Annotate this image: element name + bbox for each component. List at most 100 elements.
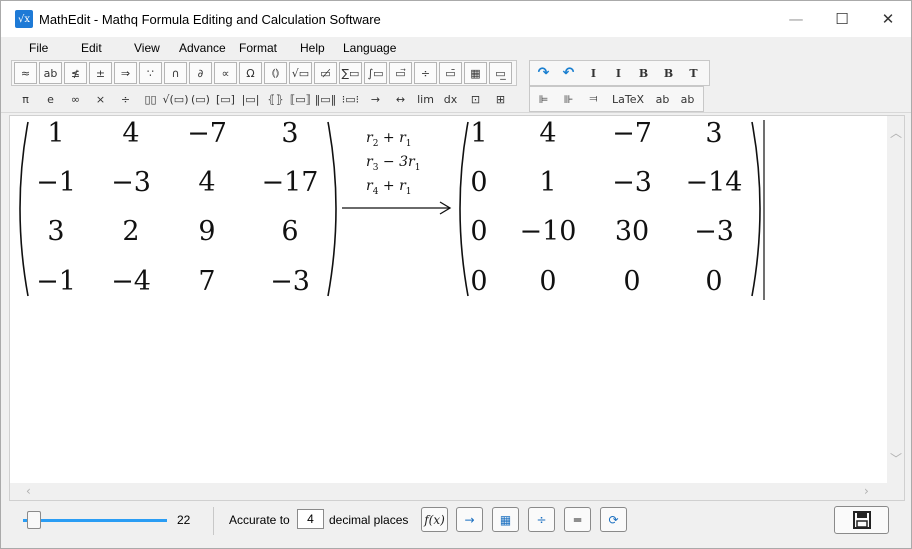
toolbar-button-row2-16[interactable]: lim	[414, 88, 437, 110]
toolbar-button-row2-15[interactable]: ↔	[389, 88, 412, 110]
toolbar-button-row1-17[interactable]: ▭̄	[439, 62, 462, 84]
toolbar-button-row1-0[interactable]: ≈	[14, 62, 37, 84]
matrix-cell[interactable]: 0	[600, 266, 664, 297]
zoom-slider-thumb[interactable]	[26, 511, 41, 529]
scroll-down-icon[interactable]: ﹀	[890, 450, 902, 467]
toolbar-button-row2-4[interactable]: ÷	[114, 88, 137, 110]
matrix-cell[interactable]: 3	[682, 118, 746, 149]
scroll-right-icon[interactable]: ›	[864, 484, 869, 498]
toolbar-button-row2-19[interactable]: ⊞	[489, 88, 512, 110]
toolbar-button-row2-18[interactable]: ⊡	[464, 88, 487, 110]
toolbar-button-row2-6[interactable]: √(▭)	[163, 88, 189, 110]
toolbar-button-row1-14[interactable]: ∫▭	[364, 62, 387, 84]
horizontal-scrollbar[interactable]: ‹ ›	[10, 483, 904, 500]
menu-edit[interactable]: Edit	[81, 41, 102, 55]
menu-help[interactable]: Help	[300, 41, 325, 55]
toolbar-button-row1-16[interactable]: ÷	[414, 62, 437, 84]
toolbar-button-format_row1-0[interactable]: ↷	[532, 62, 555, 84]
toolbar-button-row2-0[interactable]: π	[14, 88, 37, 110]
matrix-cell[interactable]: −3	[258, 266, 322, 297]
toolbar-button-row2-10[interactable]: ⦃⦄	[264, 88, 287, 110]
toolbar-button-row1-8[interactable]: ∝	[214, 62, 237, 84]
toolbar-button-format_row1-4[interactable]: B	[632, 62, 655, 84]
toolbar-button-format_row2-5[interactable]: ab	[676, 88, 699, 110]
matrix-cell[interactable]: 4	[99, 118, 163, 149]
fraction-button[interactable]: ÷	[528, 507, 555, 532]
toolbar-button-row1-4[interactable]: ⇒	[114, 62, 137, 84]
toolbar-button-format_row2-1[interactable]: ⊪	[557, 88, 580, 110]
minimize-icon[interactable]: —	[773, 1, 819, 37]
matrix-cell[interactable]: −1	[24, 266, 88, 297]
toolbar-button-row1-10[interactable]: ⦅⦆	[264, 62, 287, 84]
toolbar-button-row1-3[interactable]: ±	[89, 62, 112, 84]
matrix-cell[interactable]: −1	[24, 167, 88, 198]
toolbar-button-row2-17[interactable]: dx	[439, 88, 462, 110]
toolbar-button-row2-8[interactable]: [▭]	[214, 88, 237, 110]
matrix-cell[interactable]: −17	[258, 167, 322, 198]
matrix-button[interactable]: ▦	[492, 507, 519, 532]
toolbar-button-row1-1[interactable]: ab	[39, 62, 62, 84]
toolbar-button-row2-14[interactable]: →	[364, 88, 387, 110]
toolbar-button-format_row1-6[interactable]: T	[682, 62, 705, 84]
maximize-icon[interactable]: ☐	[819, 1, 865, 37]
evaluate-arrow-button[interactable]: →	[456, 507, 483, 532]
toolbar-button-row1-13[interactable]: ∑▭	[339, 62, 362, 84]
toolbar-button-row1-7[interactable]: ∂	[189, 62, 212, 84]
matrix-cell[interactable]: −14	[682, 167, 746, 198]
toolbar-button-row1-19[interactable]: ▭̲	[489, 62, 512, 84]
matrix-cell[interactable]: −4	[99, 266, 163, 297]
toolbar-button-row1-6[interactable]: ∩	[164, 62, 187, 84]
matrix-cell[interactable]: 3	[258, 118, 322, 149]
matrix-cell[interactable]: 4	[175, 167, 239, 198]
menu-view[interactable]: View	[134, 41, 160, 55]
matrix-cell[interactable]: 2	[99, 216, 163, 247]
toolbar-button-row1-9[interactable]: Ω	[239, 62, 262, 84]
formula-editor[interactable]: 1 4 −7 3 −1 −3 4 −17 3 2 9 6 −1 −4 7 −3 r2 + r1 r3 − 3r1…	[9, 115, 905, 501]
toolbar-button-row2-1[interactable]: e	[39, 88, 62, 110]
matrix-cell[interactable]: 0	[447, 167, 511, 198]
toolbar-button-row1-18[interactable]: ▦	[464, 62, 487, 84]
toolbar-button-row1-5[interactable]: ∵	[139, 62, 162, 84]
matrix-cell[interactable]: 3	[24, 216, 88, 247]
toolbar-button-row2-12[interactable]: ‖▭‖	[314, 88, 337, 110]
matrix-cell[interactable]: 1	[447, 118, 511, 149]
matrix-cell[interactable]: −3	[99, 167, 163, 198]
toolbar-button-format_row1-5[interactable]: B	[657, 62, 680, 84]
matrix-cell[interactable]: −3	[682, 216, 746, 247]
toolbar-button-format_row2-4[interactable]: ab	[651, 88, 674, 110]
matrix-cell[interactable]: 9	[175, 216, 239, 247]
matrix-cell[interactable]: 0	[682, 266, 746, 297]
function-button[interactable]: f(x)	[421, 507, 448, 532]
toolbar-button-row2-13[interactable]: ⁝▭⁝	[339, 88, 362, 110]
matrix-cell[interactable]: 6	[258, 216, 322, 247]
matrix-cell[interactable]: 0	[516, 266, 580, 297]
matrix-cell[interactable]: 1	[516, 167, 580, 198]
equals-button[interactable]: ═	[564, 507, 591, 532]
matrix-cell[interactable]: −7	[175, 118, 239, 149]
toolbar-button-format_row2-2[interactable]: ⫤	[582, 88, 605, 110]
toolbar-button-row2-11[interactable]: ⟦▭⟧	[289, 88, 312, 110]
scroll-left-icon[interactable]: ‹	[26, 484, 31, 498]
toolbar-button-row1-12[interactable]: ▭̸	[314, 62, 337, 84]
toolbar-button-format_row2-3[interactable]: LaTeX	[607, 88, 649, 110]
menu-advance[interactable]: Advance	[179, 41, 226, 55]
matrix-cell[interactable]: 0	[447, 216, 511, 247]
matrix-cell[interactable]: 4	[516, 118, 580, 149]
toolbar-button-row2-7[interactable]: (▭)	[189, 88, 212, 110]
toolbar-button-row1-15[interactable]: ▭⃗	[389, 62, 412, 84]
matrix-cell[interactable]: 1	[24, 118, 88, 149]
decimal-places-input[interactable]	[297, 509, 324, 529]
refresh-button[interactable]: ⟳	[600, 507, 627, 532]
close-icon[interactable]: ✕	[865, 1, 911, 37]
toolbar-button-format_row2-0[interactable]: ⊫	[532, 88, 555, 110]
toolbar-button-row1-2[interactable]: ≰	[64, 62, 87, 84]
toolbar-button-row2-3[interactable]: ×	[89, 88, 112, 110]
matrix-cell[interactable]: 30	[600, 216, 664, 247]
matrix-cell[interactable]: 0	[447, 266, 511, 297]
menu-language[interactable]: Language	[343, 41, 396, 55]
vertical-scrollbar[interactable]: ︿ ﹀	[887, 116, 904, 484]
toolbar-button-format_row1-2[interactable]: I	[582, 62, 605, 84]
toolbar-button-row2-9[interactable]: |▭|	[239, 88, 262, 110]
toolbar-button-row2-2[interactable]: ∞	[64, 88, 87, 110]
toolbar-button-row1-11[interactable]: √▭	[289, 62, 312, 84]
